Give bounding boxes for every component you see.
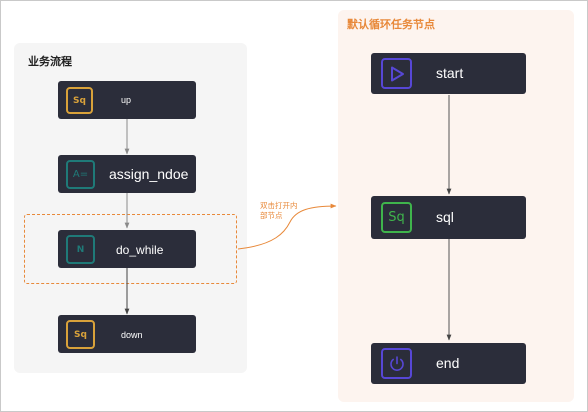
power-icon <box>381 348 412 379</box>
loop-task-title: 默认循环任务节点 <box>347 19 435 31</box>
sql-node-icon: Sq <box>381 202 412 233</box>
play-icon <box>381 58 412 89</box>
double-click-hint: 双击打开内部节点 <box>260 201 298 220</box>
assign-node-icon: A= <box>66 160 95 189</box>
sql-node-icon: Sq <box>66 87 93 114</box>
node-label: do_while <box>116 243 164 257</box>
node-label: down <box>121 330 143 340</box>
node-label: end <box>436 355 460 371</box>
node-label: start <box>436 65 464 81</box>
node-up[interactable]: Sq up <box>58 81 196 119</box>
node-sql[interactable]: Sq sql <box>371 196 526 239</box>
node-start[interactable]: start <box>371 53 526 94</box>
node-end[interactable]: end <box>371 343 526 384</box>
node-label: up <box>121 95 132 105</box>
node-do-while[interactable]: N do_while <box>58 230 196 268</box>
node-down[interactable]: Sq down <box>58 315 196 353</box>
loop-node-icon: N <box>66 235 95 264</box>
node-assign-ndoe[interactable]: A= assign_ndoe <box>58 155 196 193</box>
node-label: sql <box>436 209 454 225</box>
node-label: assign_ndoe <box>109 166 189 182</box>
sql-node-icon: Sq <box>66 320 95 349</box>
business-flow-title: 业务流程 <box>28 56 72 68</box>
